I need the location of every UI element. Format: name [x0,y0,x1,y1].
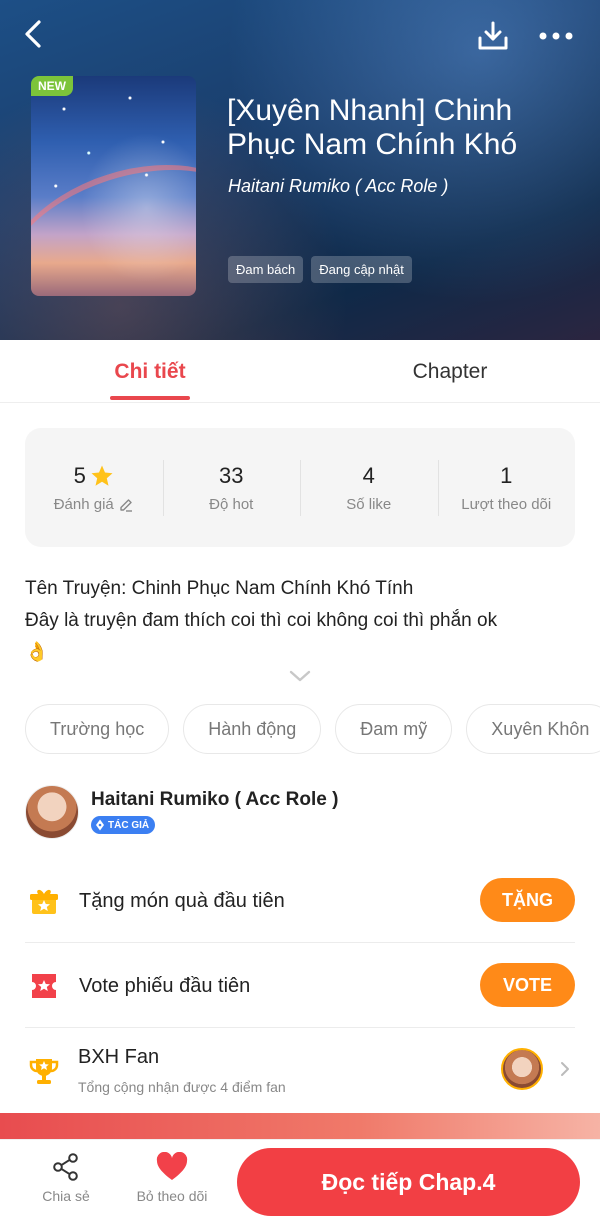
tag-status: Đang cập nhật [311,256,412,283]
ticket-icon [32,974,56,998]
hot-value: 33 [219,463,244,488]
likes-label: Số like [346,496,392,513]
hot-label: Độ hot [209,496,254,513]
genre-chip[interactable]: Trường học [25,704,170,754]
tab-indicator [110,396,190,400]
edit-icon[interactable] [118,497,134,513]
vote-row: Vote phiếu đầu tiên VOTE [25,943,575,1028]
likes-value: 4 [362,463,375,488]
genre-chip[interactable]: Đam mỹ [335,704,453,754]
ok-hand-emoji: 👌 [25,642,49,663]
fan-ranking-row[interactable]: BXH Fan Tổng cộng nhận được 4 điểm fan [25,1028,575,1113]
chevron-down-icon [289,670,311,682]
gift-button[interactable]: TẶNG [480,878,575,922]
pen-nib-icon [96,819,104,831]
vote-button[interactable]: VOTE [480,963,575,1007]
trophy-icon [29,1059,59,1084]
followers-value: 1 [500,463,513,488]
gift-label: Tặng món quà đầu tiên [79,890,285,912]
author-avatar[interactable] [25,785,79,839]
tab-chapter[interactable]: Chapter [300,340,600,403]
back-button[interactable] [14,14,54,54]
tab-detail[interactable]: Chi tiết [0,340,300,403]
download-button[interactable] [472,16,514,56]
book-description: Tên Truyện: Chinh Phục Nam Chính Khó Tín… [25,573,580,669]
gift-icon [30,889,58,914]
followers-label: Lượt theo dõi [461,496,552,513]
author-name[interactable]: Haitani Rumiko ( Acc Role ) [91,789,338,811]
stats-panel: 5 Đánh giá 33 Độ hot 4 Số like 1 Lượt th… [25,428,575,547]
fan-ranking-subtitle: Tổng cộng nhận được 4 điểm fan [78,1079,286,1095]
share-button[interactable]: Chia sẻ [30,1152,102,1204]
continue-reading-button[interactable]: Đọc tiếp Chap.4 [237,1148,580,1216]
gift-row: Tặng món quà đầu tiên TẶNG [25,858,575,943]
book-cover[interactable] [31,76,196,296]
top-fan-avatar [501,1048,543,1090]
book-header: NEW [Xuyên Nhanh] Chinh Phục Nam Chính K… [0,0,600,340]
description-line-2: Đây là truyện đam thích coi thì coi khôn… [25,610,498,631]
book-tags: Đam bách Đang cập nhật [228,256,412,283]
share-label: Chia sẻ [42,1188,90,1204]
author-badge-label: TÁC GIẢ [108,819,150,831]
genre-chip[interactable]: Hành động [183,704,322,754]
stat-rating[interactable]: 5 Đánh giá [25,428,163,547]
genre-list: Trường học Hành động Đam mỹ Xuyên Khôn [25,704,600,754]
expand-description-button[interactable] [288,668,312,684]
stat-likes: 4 Số like [300,428,438,547]
unfollow-button[interactable]: Bỏ theo dõi [128,1152,216,1204]
heart-icon [156,1152,188,1180]
stat-hot: 33 Độ hot [162,428,301,547]
download-icon [478,21,508,50]
tab-bar: Chi tiết Chapter [0,340,600,403]
vote-label: Vote phiếu đầu tiên [79,975,251,997]
description-line-1: Tên Truyện: Chinh Phục Nam Chính Khó Tín… [25,578,414,599]
rating-value: 5 [73,463,86,488]
unfollow-label: Bỏ theo dõi [136,1188,208,1204]
tag-genre[interactable]: Đam bách [228,256,304,283]
rating-label: Đánh giá [53,496,114,513]
author-badge: TÁC GIẢ [91,816,156,834]
new-badge: NEW [31,76,73,96]
bottom-action-bar: Chia sẻ Bỏ theo dõi Đọc tiếp Chap.4 [0,1139,600,1223]
chevron-right-icon [561,1062,569,1076]
book-title: [Xuyên Nhanh] Chinh Phục Nam Chính Khó [227,94,518,161]
genre-chip[interactable]: Xuyên Khôn [466,704,600,754]
share-icon [53,1153,78,1181]
fan-ranking-title: BXH Fan [78,1046,160,1068]
stat-followers: 1 Lượt theo dõi [437,428,576,547]
star-icon [91,465,113,486]
book-author[interactable]: Haitani Rumiko ( Acc Role ) [228,176,448,197]
more-button[interactable] [534,16,578,56]
chevron-left-icon [25,20,41,48]
more-horizontal-icon [539,32,573,40]
